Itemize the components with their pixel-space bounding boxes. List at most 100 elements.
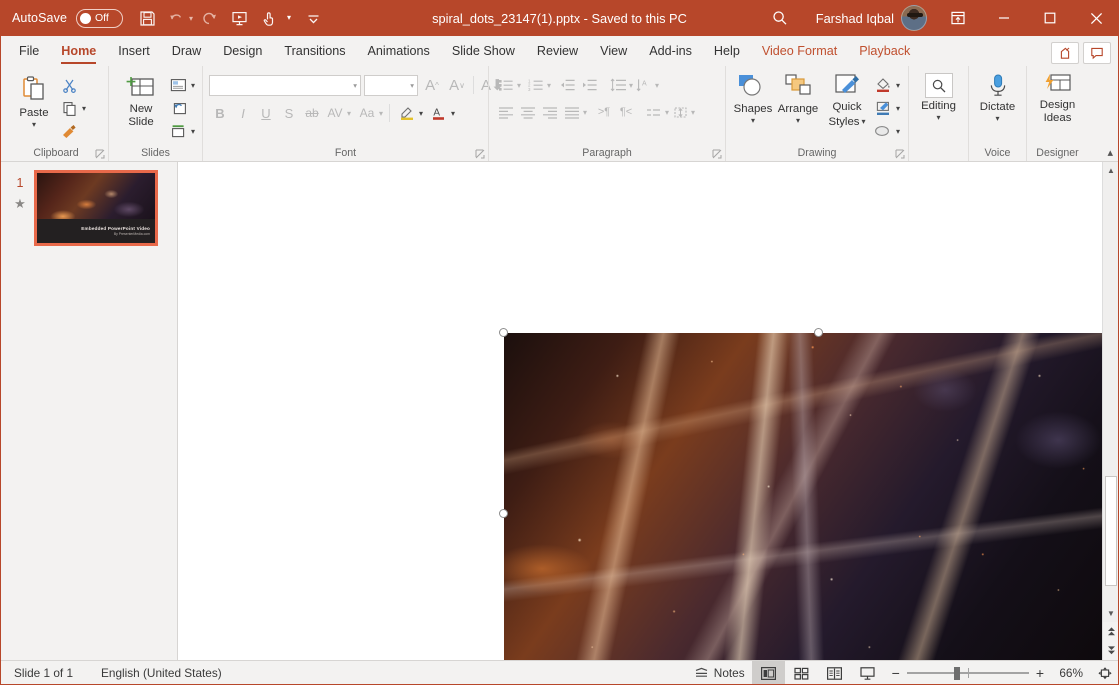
save-icon[interactable] bbox=[133, 4, 161, 32]
scrollbar-thumb[interactable] bbox=[1105, 476, 1117, 586]
paragraph-dialog-launcher[interactable] bbox=[712, 149, 723, 160]
previous-slide-icon[interactable] bbox=[1103, 622, 1119, 641]
slide-thumbnail-1[interactable]: Embedded PowerPoint Video By PresenterMe… bbox=[34, 170, 158, 246]
bullets-chevron-icon[interactable]: ▾ bbox=[517, 81, 521, 90]
align-center-icon[interactable] bbox=[517, 101, 539, 123]
shape-outline-icon[interactable] bbox=[872, 97, 894, 119]
align-right-icon[interactable] bbox=[539, 101, 561, 123]
zoom-slider[interactable] bbox=[906, 666, 1029, 680]
maximize-button[interactable] bbox=[1027, 0, 1073, 36]
start-presentation-icon[interactable] bbox=[225, 4, 253, 32]
underline-icon[interactable]: U bbox=[255, 102, 277, 124]
customize-qat-icon[interactable] bbox=[299, 4, 327, 32]
convert-smartart-icon[interactable] bbox=[643, 101, 665, 123]
embedded-video-object[interactable] bbox=[504, 333, 1119, 660]
change-case-icon[interactable]: Aa bbox=[356, 102, 378, 124]
dictate-chevron-icon[interactable]: ▾ bbox=[995, 115, 999, 123]
scrollbar-track[interactable] bbox=[1103, 179, 1119, 605]
notes-button[interactable]: Notes bbox=[687, 661, 752, 685]
zoom-in-button[interactable]: + bbox=[1036, 665, 1044, 681]
reset-slide-icon[interactable] bbox=[167, 97, 189, 119]
language-indicator[interactable]: English (United States) bbox=[101, 666, 222, 680]
scroll-up-icon[interactable]: ▲ bbox=[1103, 162, 1119, 179]
tab-video-format[interactable]: Video Format bbox=[751, 39, 848, 66]
copy-icon[interactable] bbox=[58, 97, 80, 119]
tab-slide-show[interactable]: Slide Show bbox=[441, 39, 526, 66]
zoom-level-label[interactable]: 66% bbox=[1051, 666, 1083, 680]
quick-styles-button[interactable]: Quick Styles ▾ bbox=[822, 71, 872, 129]
collapse-ribbon-icon[interactable]: ▴ bbox=[1107, 146, 1113, 159]
share-icon[interactable] bbox=[1051, 42, 1079, 64]
tab-file[interactable]: File bbox=[8, 39, 50, 66]
highlight-chevron-icon[interactable]: ▾ bbox=[419, 109, 423, 118]
arrange-chevron-icon[interactable]: ▾ bbox=[796, 117, 800, 125]
paste-button[interactable]: Paste ▾ bbox=[10, 73, 58, 129]
text-direction-icon[interactable]: A bbox=[633, 74, 655, 96]
ribbon-display-options-icon[interactable] bbox=[935, 0, 981, 36]
increase-font-size-icon[interactable]: A ^ bbox=[421, 74, 443, 96]
editing-chevron-icon[interactable]: ▾ bbox=[936, 114, 940, 122]
avatar[interactable] bbox=[901, 5, 927, 31]
redo-icon[interactable] bbox=[195, 4, 223, 32]
comments-icon[interactable] bbox=[1083, 42, 1111, 64]
tab-review[interactable]: Review bbox=[526, 39, 589, 66]
reading-view-button[interactable] bbox=[818, 661, 851, 685]
tab-view[interactable]: View bbox=[589, 39, 638, 66]
rtl-icon[interactable]: ¶< bbox=[615, 101, 637, 123]
animation-star-icon[interactable]: ★ bbox=[14, 197, 26, 210]
columns-icon[interactable]: >¶ bbox=[593, 101, 615, 123]
tab-insert[interactable]: Insert bbox=[107, 39, 161, 66]
tab-design[interactable]: Design bbox=[212, 39, 273, 66]
text-highlight-icon[interactable] bbox=[396, 102, 418, 124]
decrease-font-size-icon[interactable]: A ∨ bbox=[446, 74, 468, 96]
paste-chevron-icon[interactable]: ▾ bbox=[32, 121, 36, 129]
line-spacing-icon[interactable] bbox=[607, 74, 629, 96]
numbering-chevron-icon[interactable]: ▾ bbox=[547, 81, 551, 90]
tab-home[interactable]: Home bbox=[50, 39, 107, 66]
copy-chevron-icon[interactable]: ▾ bbox=[82, 104, 86, 113]
selection-handle-top-left[interactable] bbox=[499, 328, 508, 337]
section-chevron-icon[interactable]: ▾ bbox=[191, 127, 195, 136]
scroll-down-icon[interactable]: ▼ bbox=[1103, 605, 1119, 622]
strikethrough-icon[interactable]: ab bbox=[301, 102, 323, 124]
numbering-icon[interactable]: 123 bbox=[525, 74, 547, 96]
font-name-chevron-icon[interactable]: ▾ bbox=[353, 81, 357, 90]
align-text-chevron-icon[interactable]: ▾ bbox=[691, 108, 695, 117]
arrange-button[interactable]: Arrange ▾ bbox=[774, 71, 822, 125]
slide-thumbnail-pane[interactable]: 1 ★ Embedded PowerPoint Video By Present… bbox=[0, 162, 178, 660]
align-text-icon[interactable] bbox=[669, 101, 691, 123]
tab-transitions[interactable]: Transitions bbox=[273, 39, 356, 66]
touch-mode-icon[interactable] bbox=[255, 4, 283, 32]
font-color-chevron-icon[interactable]: ▾ bbox=[451, 109, 455, 118]
minimize-button[interactable] bbox=[981, 0, 1027, 36]
tab-add-ins[interactable]: Add-ins bbox=[638, 39, 703, 66]
bullets-icon[interactable] bbox=[495, 74, 517, 96]
clipboard-dialog-launcher[interactable] bbox=[95, 149, 106, 160]
tab-playback[interactable]: Playback bbox=[848, 39, 921, 66]
character-spacing-icon[interactable]: AV bbox=[324, 102, 346, 124]
new-slide-button[interactable]: New Slide bbox=[115, 73, 167, 129]
cut-icon[interactable] bbox=[58, 74, 80, 96]
slide-counter[interactable]: Slide 1 of 1 bbox=[14, 666, 73, 680]
vertical-scrollbar[interactable]: ▲ ▼ bbox=[1102, 162, 1119, 660]
tab-animations[interactable]: Animations bbox=[357, 39, 441, 66]
align-left-icon[interactable] bbox=[495, 101, 517, 123]
shape-effects-chevron-icon[interactable]: ▾ bbox=[896, 127, 900, 136]
shape-fill-icon[interactable] bbox=[872, 74, 894, 96]
zoom-slider-knob[interactable] bbox=[953, 667, 960, 680]
section-icon[interactable] bbox=[167, 120, 189, 142]
text-direction-chevron-icon[interactable]: ▾ bbox=[655, 81, 659, 90]
change-case-chevron-icon[interactable]: ▾ bbox=[379, 109, 383, 118]
selection-handle-top-center[interactable] bbox=[814, 328, 823, 337]
slide-sorter-button[interactable] bbox=[785, 661, 818, 685]
tab-help[interactable]: Help bbox=[703, 39, 751, 66]
justify-icon[interactable] bbox=[561, 101, 583, 123]
search-icon[interactable] bbox=[758, 0, 802, 36]
close-button[interactable] bbox=[1073, 0, 1119, 36]
account-button[interactable]: Farshad Iqbal bbox=[802, 5, 935, 31]
slide-editor[interactable]: Embedded PowerPoint Video By PresenterMe… bbox=[178, 162, 1119, 660]
character-spacing-chevron-icon[interactable]: ▾ bbox=[347, 109, 351, 118]
shape-effects-icon[interactable] bbox=[872, 120, 894, 142]
text-shadow-icon[interactable]: S bbox=[278, 102, 300, 124]
undo-icon[interactable] bbox=[163, 4, 191, 32]
